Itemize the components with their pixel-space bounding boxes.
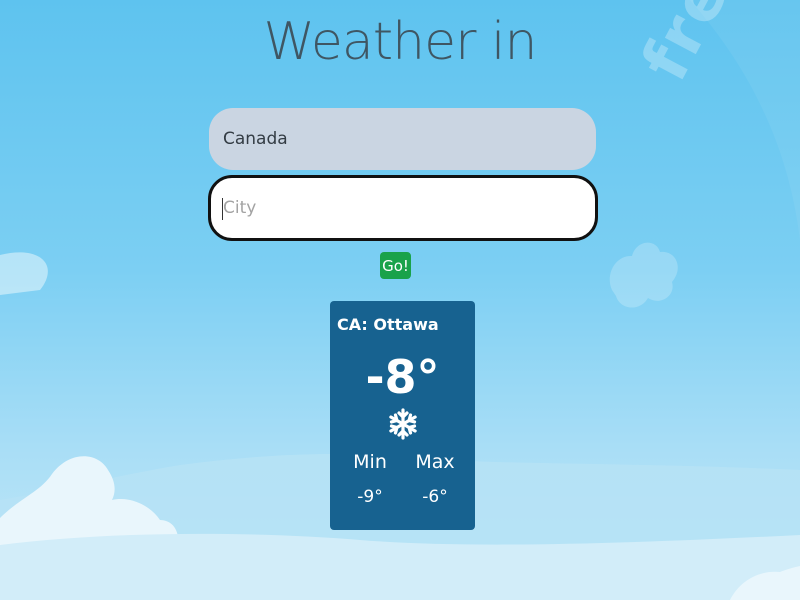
current-temperature: -8°	[365, 350, 440, 404]
page-title: Weather in	[263, 12, 538, 72]
min-temperature: -9°	[357, 487, 383, 507]
go-button[interactable]: Go!	[380, 252, 411, 279]
max-temperature: -6°	[422, 487, 448, 507]
country-field[interactable]: Canada	[209, 108, 596, 170]
location-label: CA: Ottawa	[337, 315, 439, 334]
snowflake-icon	[387, 407, 419, 441]
max-label: Max	[415, 451, 455, 473]
min-label: Min	[353, 451, 387, 473]
weather-card: CA: Ottawa -8° Min Max -9° -6°	[330, 301, 475, 530]
city-input[interactable]	[208, 175, 598, 241]
text-caret	[222, 198, 223, 220]
